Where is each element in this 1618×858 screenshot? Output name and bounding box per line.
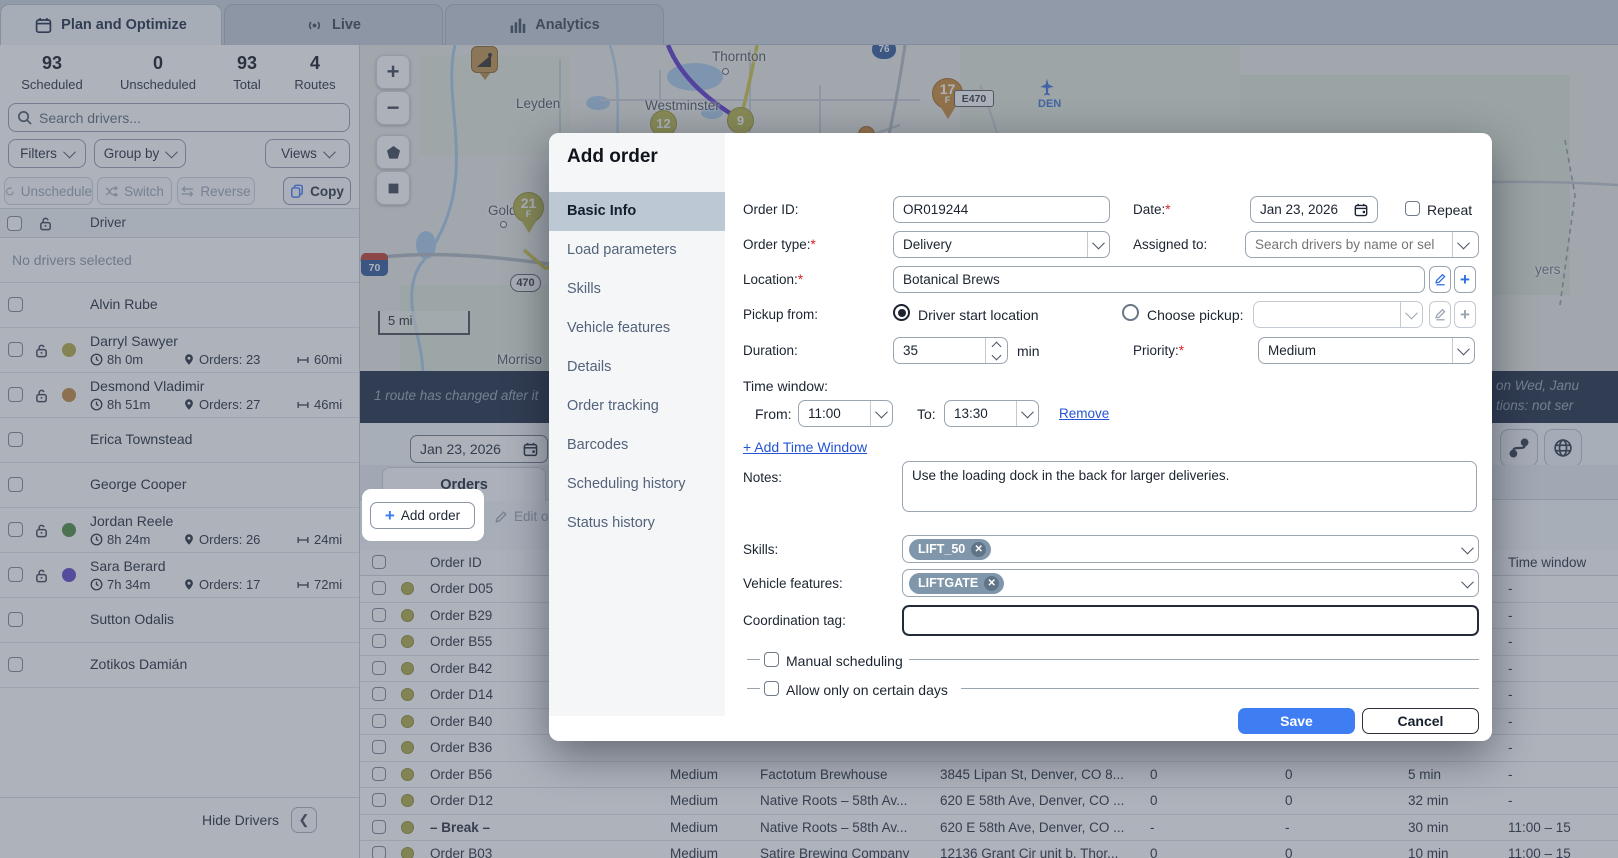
coordination-tag-input[interactable]	[902, 605, 1479, 636]
assigned-to-search[interactable]	[1255, 237, 1445, 252]
add-order-modal: Add order Basic Info Load parameters Ski…	[549, 133, 1492, 741]
calendar-icon	[1354, 203, 1368, 217]
vehicle-feature-tag: LIFTGATE✕	[909, 573, 1004, 594]
location-label: Location:*	[743, 272, 803, 287]
priority-label: Priority:*	[1133, 343, 1184, 358]
chevron-down-icon	[1016, 401, 1038, 426]
remove-tag-icon[interactable]: ✕	[971, 542, 986, 557]
chevron-down-icon	[1400, 302, 1422, 327]
cancel-button[interactable]: Cancel	[1362, 708, 1479, 734]
order-type-select[interactable]: Delivery	[893, 231, 1110, 258]
duration-label: Duration:	[743, 343, 798, 358]
coordination-tag-label: Coordination tag:	[743, 613, 846, 628]
assigned-to-label: Assigned to:	[1133, 237, 1207, 252]
chevron-down-icon	[1452, 338, 1474, 363]
certain-days-label: Allow only on certain days	[786, 682, 948, 698]
order-id-label: Order ID:	[743, 202, 799, 217]
pencil-icon	[1434, 308, 1447, 321]
modal-nav-order-tracking[interactable]: Order tracking	[549, 387, 725, 426]
choose-pickup-label: Choose pickup:	[1147, 307, 1244, 323]
add-pickup-button[interactable]: +	[1454, 301, 1476, 328]
duration-input[interactable]: 35	[893, 337, 1008, 364]
order-type-label: Order type:*	[743, 237, 816, 252]
save-button[interactable]: Save	[1238, 708, 1355, 734]
modal-nav-scheduling-history[interactable]: Scheduling history	[549, 465, 725, 504]
time-to-select[interactable]: 13:30	[944, 400, 1039, 427]
modal-nav-details[interactable]: Details	[549, 348, 725, 387]
skill-tag: LIFT_50✕	[909, 539, 991, 560]
driver-start-location-radio[interactable]	[893, 304, 910, 321]
modal-nav-vehicle-features[interactable]: Vehicle features	[549, 309, 725, 348]
vehicle-features-label: Vehicle features:	[743, 576, 843, 591]
to-label: To:	[917, 406, 936, 422]
add-location-button[interactable]: +	[1454, 266, 1476, 293]
pencil-icon	[1434, 273, 1447, 286]
chevron-down-icon	[1461, 575, 1474, 588]
modal-nav-load-parameters[interactable]: Load parameters	[549, 231, 725, 270]
certain-days-checkbox[interactable]	[764, 681, 779, 696]
plus-icon: +	[385, 507, 395, 524]
skills-tag-input[interactable]: LIFT_50✕	[902, 535, 1479, 563]
add-time-window-link[interactable]: + Add Time Window	[743, 439, 867, 455]
choose-pickup-radio[interactable]	[1122, 304, 1139, 321]
remove-time-window-link[interactable]: Remove	[1059, 406, 1109, 421]
remove-tag-icon[interactable]: ✕	[984, 576, 999, 591]
date-label: Date:*	[1133, 202, 1171, 217]
assigned-to-input[interactable]	[1245, 231, 1479, 258]
time-from-select[interactable]: 11:00	[798, 400, 893, 427]
manual-scheduling-label: Manual scheduling	[786, 653, 903, 669]
modal-nav-skills[interactable]: Skills	[549, 270, 725, 309]
app-root: Plan and Optimize Live Analytics 93Sched…	[0, 0, 1618, 858]
chevron-down-icon	[1461, 541, 1474, 554]
priority-select[interactable]: Medium	[1258, 337, 1475, 364]
stepper-icons[interactable]	[985, 338, 1007, 363]
modal-nav-basic-info[interactable]: Basic Info	[549, 192, 725, 231]
chevron-down-icon	[1452, 232, 1474, 257]
vehicle-features-tag-input[interactable]: LIFTGATE✕	[902, 569, 1479, 597]
notes-label: Notes:	[743, 470, 782, 485]
add-order-spotlight: + Add order	[362, 489, 484, 541]
pickup-select[interactable]	[1253, 301, 1423, 328]
manual-scheduling-checkbox[interactable]	[764, 652, 779, 667]
edit-pickup-button[interactable]	[1429, 301, 1451, 328]
chevron-down-icon	[1087, 232, 1109, 257]
driver-start-location-label: Driver start location	[918, 307, 1039, 323]
from-label: From:	[755, 406, 792, 422]
order-id-input[interactable]: OR019244	[893, 196, 1110, 223]
location-input[interactable]: Botanical Brews	[893, 266, 1425, 293]
repeat-checkbox[interactable]	[1405, 201, 1420, 216]
modal-nav-barcodes[interactable]: Barcodes	[549, 426, 725, 465]
date-input[interactable]: Jan 23, 2026	[1250, 196, 1378, 223]
time-window-label: Time window:	[743, 378, 828, 394]
duration-unit: min	[1017, 343, 1040, 359]
modal-nav-status-history[interactable]: Status history	[549, 504, 725, 543]
repeat-label: Repeat	[1427, 202, 1472, 218]
notes-textarea[interactable]: Use the loading dock in the back for lar…	[902, 461, 1477, 512]
modal-title: Add order	[567, 146, 658, 168]
skills-label: Skills:	[743, 542, 778, 557]
chevron-down-icon	[870, 401, 892, 426]
add-order-button[interactable]: + Add order	[370, 502, 475, 529]
edit-location-button[interactable]	[1429, 266, 1451, 293]
pickup-from-label: Pickup from:	[743, 307, 818, 322]
